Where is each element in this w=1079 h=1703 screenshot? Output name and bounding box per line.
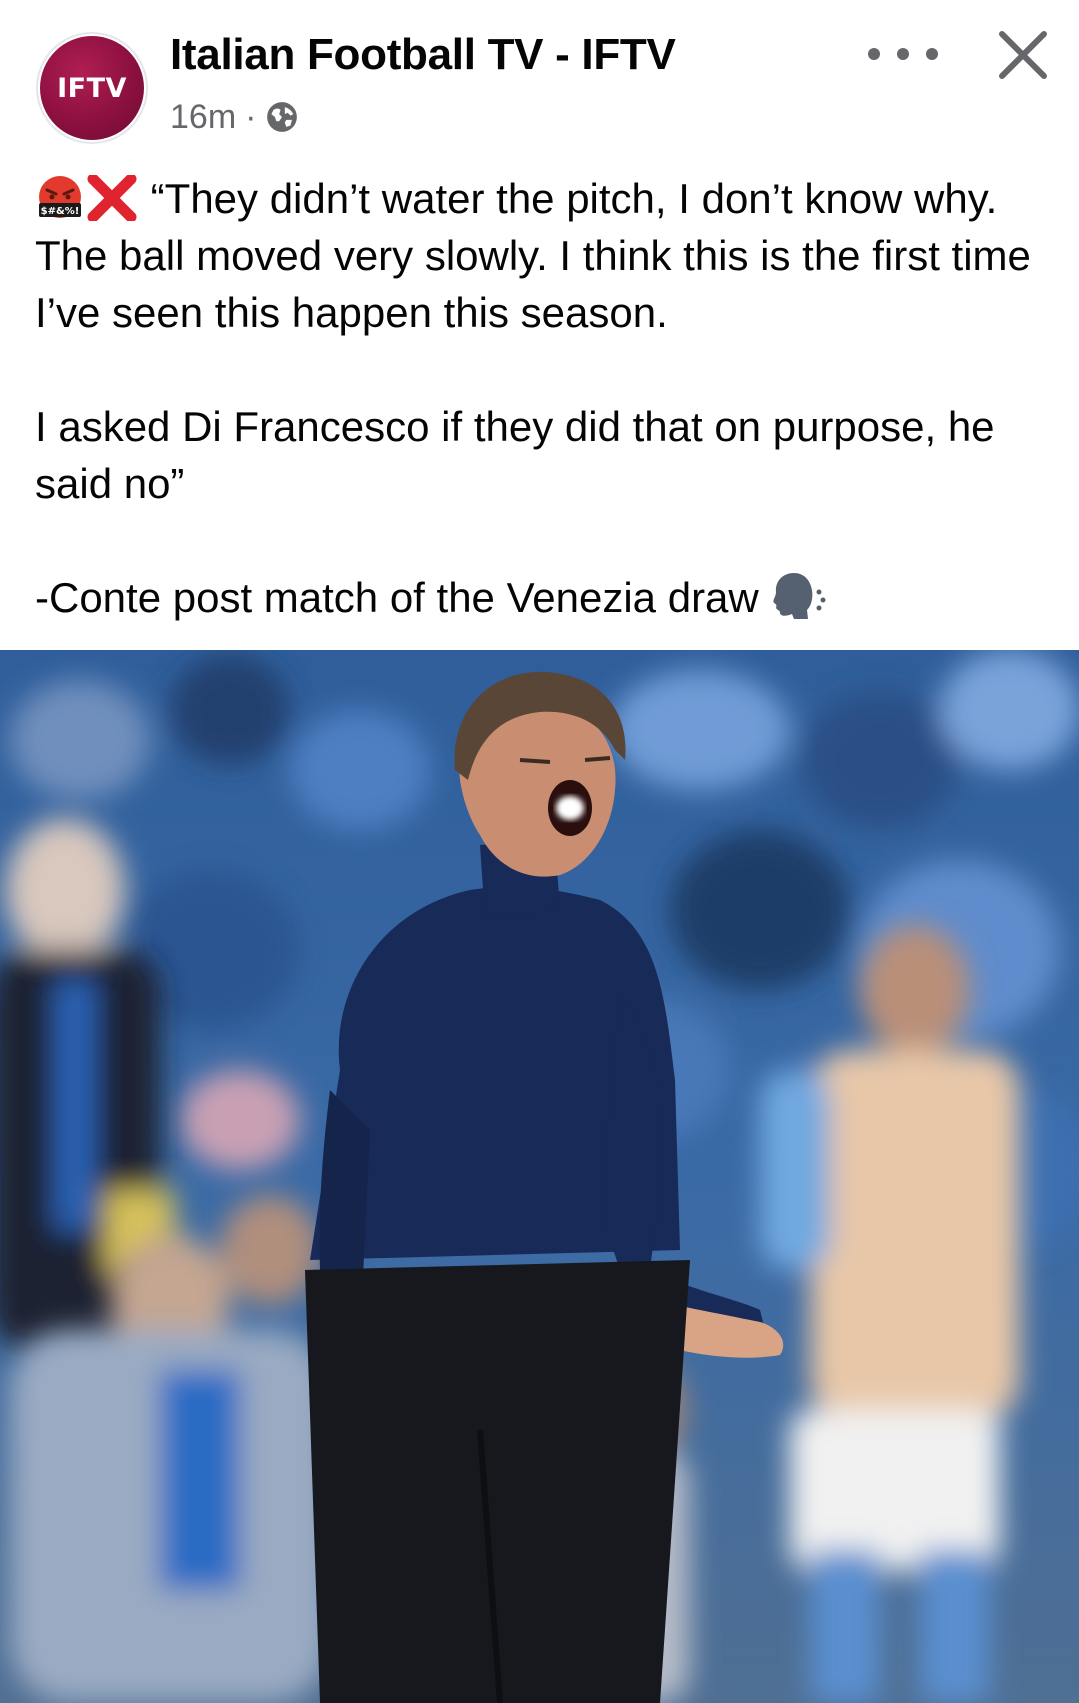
post-header: IFTV Italian Football TV - IFTV 16m · bbox=[0, 0, 1079, 150]
page-avatar[interactable]: IFTV bbox=[40, 36, 144, 140]
face-with-symbols-on-mouth-emoji: $#&%! bbox=[39, 176, 81, 218]
post-text: $#&%! “They didn’t water the pitch, I do… bbox=[35, 170, 1055, 626]
cross-mark-emoji bbox=[87, 175, 137, 221]
post-timestamp[interactable]: 16m bbox=[170, 98, 236, 137]
page-name[interactable]: Italian Football TV - IFTV bbox=[170, 30, 676, 80]
more-options-icon-dot bbox=[897, 48, 909, 60]
post-paragraph-2: I asked Di Francesco if they did that on… bbox=[35, 398, 1055, 512]
close-icon[interactable] bbox=[996, 28, 1050, 82]
post-meta: 16m · bbox=[170, 96, 299, 138]
speaking-head-emoji bbox=[773, 573, 826, 619]
avatar-logo-text: IFTV bbox=[57, 72, 127, 104]
globe-icon bbox=[267, 102, 298, 132]
post-photo-illustration bbox=[0, 650, 1079, 1703]
more-options-icon-dot bbox=[868, 48, 880, 60]
emoji-cursing-text: $#&%! bbox=[41, 206, 80, 217]
meta-separator: · bbox=[245, 97, 257, 136]
post-text-quote-end: I asked Di Francesco if they did that on… bbox=[35, 403, 995, 507]
post-paragraph-1: $#&%! “They didn’t water the pitch, I do… bbox=[35, 170, 1055, 341]
post-paragraph-3: -Conte post match of the Venezia draw bbox=[35, 569, 1055, 626]
more-options-icon-dot bbox=[926, 48, 938, 60]
post-text-attribution: -Conte post match of the Venezia draw bbox=[35, 574, 759, 621]
more-options-button[interactable] bbox=[868, 34, 938, 74]
post-photo[interactable] bbox=[0, 650, 1079, 1703]
post-text-quote: “They didn’t water the pitch, I don’t kn… bbox=[35, 175, 1031, 336]
